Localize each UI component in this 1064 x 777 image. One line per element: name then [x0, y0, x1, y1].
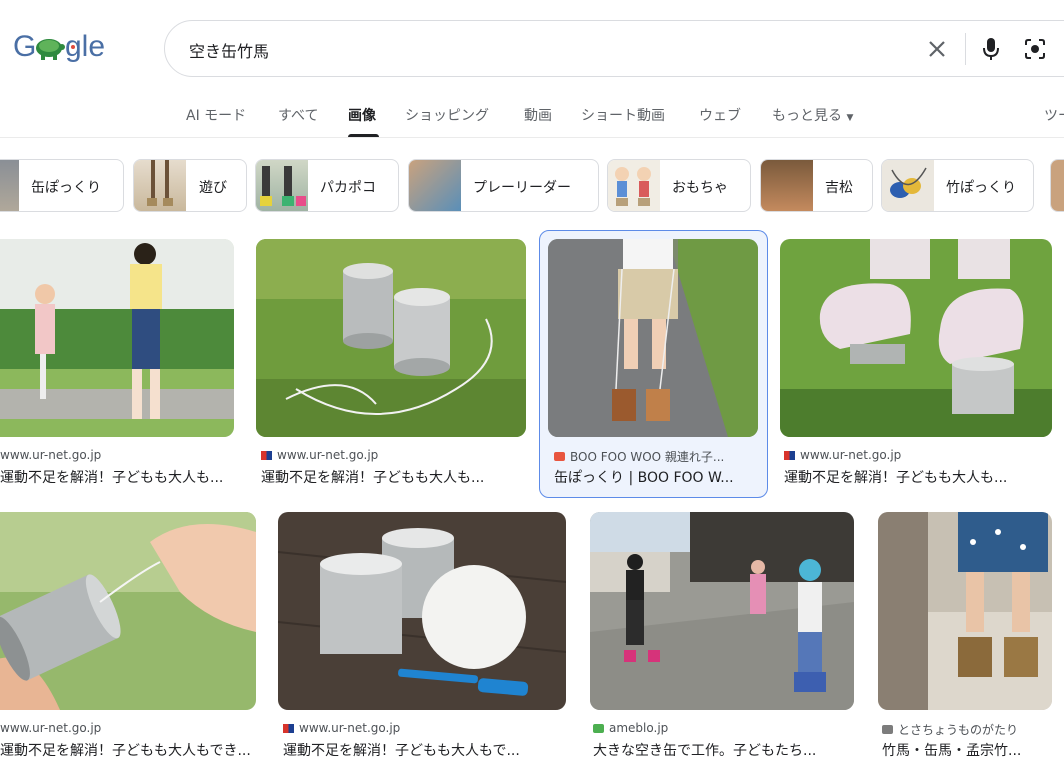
chip-thumbnail: [409, 160, 461, 211]
result-thumbnail[interactable]: [0, 512, 256, 710]
result-source[interactable]: www.ur-net.go.jp: [283, 721, 400, 735]
chip-thumbnail: [0, 160, 19, 211]
result-title[interactable]: 竹馬・缶馬・孟宗竹...: [882, 740, 1052, 760]
chip-thumbnail: [882, 160, 934, 211]
chip-more-partial[interactable]: [1050, 159, 1064, 212]
tab-more[interactable]: もっと見る ▼: [772, 105, 853, 125]
camera-lens-icon[interactable]: [1021, 35, 1049, 63]
chip-label: プレーリーダー: [473, 180, 571, 196]
result-source[interactable]: www.ur-net.go.jp: [0, 721, 101, 735]
chip-label: 吉松: [825, 180, 853, 196]
chip-play-leader[interactable]: プレーリーダー: [408, 159, 599, 212]
google-doodle-logo[interactable]: G gle: [13, 27, 117, 65]
clear-icon[interactable]: [923, 35, 951, 63]
chip-thumbnail: [256, 160, 308, 211]
chip-label: 遊び: [199, 180, 227, 196]
active-tab-indicator: [348, 134, 379, 137]
chip-kanpokkuri[interactable]: 缶ぽっくり: [0, 159, 124, 212]
chip-yoshimatsu[interactable]: 吉松: [760, 159, 873, 212]
svg-text:G: G: [13, 30, 36, 63]
search-divider: [965, 33, 966, 65]
tab-videos[interactable]: 動画: [524, 105, 552, 125]
result-title[interactable]: 大きな空き缶で工作。子どもたち...: [593, 740, 854, 760]
chip-thumbnail: [1051, 160, 1064, 211]
result-source[interactable]: www.ur-net.go.jp: [0, 448, 101, 462]
result-source-text: www.ur-net.go.jp: [299, 721, 401, 735]
tab-images[interactable]: 画像: [348, 105, 376, 125]
chip-label: 缶ぽっくり: [31, 180, 101, 196]
result-source-text: BOO FOO WOO 親連れ子...: [570, 450, 725, 464]
boofoowoo-favicon: [554, 452, 565, 461]
chip-label: パカポコ: [320, 180, 376, 196]
search-box[interactable]: 空き缶竹馬: [164, 20, 1064, 77]
chip-asobi[interactable]: 遊び: [133, 159, 247, 212]
svg-text:gle: gle: [65, 30, 105, 63]
result-source[interactable]: ameblo.jp: [593, 721, 668, 735]
chip-pakapoko[interactable]: パカポコ: [255, 159, 399, 212]
tosacho-favicon: [882, 725, 893, 734]
caret-down-icon: ▼: [846, 113, 854, 123]
result-thumbnail[interactable]: [590, 512, 854, 710]
result-thumbnail[interactable]: [548, 239, 758, 437]
tab-web[interactable]: ウェブ: [699, 105, 741, 125]
result-source-text: ameblo.jp: [609, 721, 669, 735]
result-source[interactable]: BOO FOO WOO 親連れ子...: [554, 448, 724, 465]
result-source[interactable]: www.ur-net.go.jp: [261, 448, 378, 462]
chip-take-pokkuri[interactable]: 竹ぽっくり: [881, 159, 1034, 212]
result-thumbnail[interactable]: [878, 512, 1052, 710]
ameblo-favicon: [593, 723, 604, 733]
chip-thumbnail: [761, 160, 813, 211]
result-source-text: www.ur-net.go.jp: [0, 721, 102, 735]
result-title[interactable]: 運動不足を解消！子どもも大人も...: [261, 467, 521, 487]
search-input[interactable]: 空き缶竹馬: [189, 38, 269, 62]
result-thumbnail[interactable]: [278, 512, 566, 710]
result-thumbnail[interactable]: [0, 239, 234, 437]
chip-thumbnail: [134, 160, 186, 211]
tab-shopping[interactable]: ショッピング: [405, 105, 489, 125]
ur-favicon: [784, 450, 795, 460]
microphone-icon[interactable]: [977, 35, 1005, 63]
tab-short-videos[interactable]: ショート動画: [581, 105, 665, 125]
chip-label: 竹ぽっくり: [946, 180, 1016, 196]
result-source-text: www.ur-net.go.jp: [0, 448, 102, 462]
tab-ai-mode[interactable]: AI モード: [186, 105, 246, 125]
ur-favicon: [283, 723, 294, 733]
result-source[interactable]: www.ur-net.go.jp: [784, 448, 901, 462]
tab-all[interactable]: すべて: [278, 105, 318, 125]
result-source-text: www.ur-net.go.jp: [277, 448, 379, 462]
tab-tools[interactable]: ツー: [1044, 105, 1064, 125]
chip-label: おもちゃ: [672, 180, 728, 196]
result-thumbnail[interactable]: [256, 239, 526, 437]
result-title[interactable]: 運動不足を解消！子どもも大人もでき...: [0, 740, 256, 760]
result-title[interactable]: 運動不足を解消！子どもも大人もで...: [283, 740, 566, 760]
chip-thumbnail: [608, 160, 660, 211]
tab-more-label: もっと見る: [772, 108, 842, 124]
ur-favicon: [261, 450, 272, 460]
search-tabs: AI モード すべて 画像 ショッピング 動画 ショート動画 ウェブ もっと見る…: [0, 96, 1064, 138]
result-source-text: www.ur-net.go.jp: [800, 448, 902, 462]
result-source[interactable]: とさちょうものがたり: [882, 721, 1018, 738]
chip-omocha[interactable]: おもちゃ: [607, 159, 751, 212]
result-source-text: とさちょうものがたり: [898, 723, 1019, 737]
result-title[interactable]: 缶ぽっくり | BOO FOO W...: [554, 467, 759, 487]
result-thumbnail[interactable]: [780, 239, 1052, 437]
result-title[interactable]: 運動不足を解消！子どもも大人も...: [784, 467, 1052, 487]
result-title[interactable]: 運動不足を解消！子どもも大人も...: [0, 467, 234, 487]
